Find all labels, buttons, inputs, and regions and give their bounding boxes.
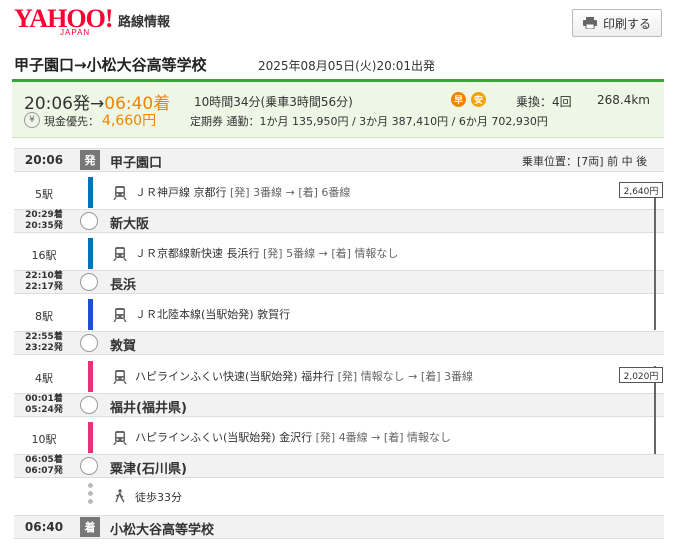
fast-badge-icon: 早 [451, 92, 466, 107]
station-marker [80, 212, 98, 230]
arr-track: 6番線 [321, 186, 351, 199]
dep-label: [発] [315, 431, 336, 444]
station-name[interactable]: 粟津(石川県) [110, 458, 187, 477]
walk-icon [113, 488, 127, 503]
station-marker [80, 396, 98, 414]
walk-dot [88, 483, 93, 488]
route-title: 甲子園口→小松大谷高等学校 [14, 56, 207, 74]
departure-time: 20:06発 [24, 94, 90, 114]
arr-track: 情報なし [407, 431, 451, 444]
printer-icon [582, 17, 597, 30]
print-label: 印刷する [602, 16, 651, 31]
line-name: ＪＲ神戸線 京都行 [135, 186, 227, 199]
arrow: → [282, 186, 299, 199]
arrow: → [315, 247, 332, 260]
train-info[interactable]: ＪＲ京都線新快速 長浜行 [発] 5番線 → [着] 情報なし [135, 245, 398, 261]
dep-label: [発] [230, 186, 250, 199]
station-name[interactable]: 長浜 [110, 274, 136, 293]
station-name[interactable]: 敦賀 [110, 335, 136, 354]
fare-bracket [654, 182, 656, 330]
station-arr-time: 20:29着 [25, 210, 63, 220]
stop-count: 16駅 [31, 249, 57, 262]
line-color-bar [88, 361, 93, 392]
fare-badge: 2,640円 [619, 182, 663, 198]
station-name[interactable]: 小松大谷高等学校 [110, 519, 214, 538]
station-dep-time: 23:22発 [25, 343, 63, 353]
dep-track: 3番線 [253, 186, 283, 199]
total-fare: 4,660円 [102, 113, 157, 129]
dep-track: 5番線 [286, 247, 316, 260]
line-name: ハピラインふくい(当駅始発) 金沢行 [135, 431, 313, 444]
stop-count: 8駅 [35, 310, 53, 323]
station-time: 06:40 [24, 520, 64, 534]
commuter-pass-fares: 定期券 通勤：1か月 135,950円 / 3か月 387,410円 / 6か月… [190, 115, 548, 128]
dep-label: [発] [337, 370, 358, 383]
arr-track: 情報なし [354, 247, 399, 260]
yen-icon: ¥ [24, 112, 40, 128]
station-time: 20:06 [24, 153, 64, 167]
train-icon [113, 307, 127, 323]
line-color-bar [88, 177, 93, 208]
station-dep-time: 06:07発 [25, 466, 63, 476]
station-marker [80, 273, 98, 291]
cash-label: 現金優先： [44, 115, 99, 128]
station-name[interactable]: 新大阪 [110, 213, 149, 232]
print-button[interactable]: 印刷する [572, 9, 662, 37]
train-info[interactable]: ＪＲ神戸線 京都行 [発] 3番線 → [着] 6番線 [135, 184, 350, 200]
arrive-tag: 着 [80, 517, 100, 537]
station-arr-time: 06:05着 [25, 455, 63, 465]
station-dep-time: 05:24発 [25, 405, 63, 415]
dep-track: 4番線 [338, 431, 368, 444]
route-date: 2025年08月05日(火)20:01出発 [258, 59, 436, 73]
line-color-bar [88, 299, 93, 330]
service-title[interactable]: 路線情報 [118, 11, 170, 30]
distance: 268.4km [597, 93, 650, 107]
station-arr-time: 00:01着 [25, 394, 63, 404]
arr-label: [着] [420, 370, 441, 383]
train-icon [113, 185, 127, 201]
station-dep-time: 20:35発 [25, 221, 63, 231]
arr-label: [着] [298, 186, 318, 199]
stop-count: 10駅 [31, 433, 57, 446]
duration: 10時間34分(乗車3時間56分) [194, 95, 353, 109]
train-info[interactable]: ハピラインふくい(当駅始発) 金沢行 [発] 4番線 → [着] 情報なし [135, 429, 451, 445]
arr-label: [着] [331, 247, 351, 260]
depart-tag: 発 [80, 150, 100, 170]
train-icon [113, 246, 127, 262]
station-marker [80, 457, 98, 475]
arrow: → [367, 431, 384, 444]
station-arr-time: 22:55着 [25, 332, 63, 342]
arr-label: [着] [383, 431, 404, 444]
stop-count: 4駅 [35, 372, 53, 385]
yahoo-logo-sub: JAPAN [60, 28, 91, 37]
station-name[interactable]: 甲子園口 [110, 152, 162, 171]
fare-badge: 2,020円 [619, 367, 663, 383]
dep-track: 情報なし [360, 370, 405, 383]
line-name: ＪＲ京都線新快速 長浜行 [135, 247, 260, 260]
station-dep-time: 22:17発 [25, 282, 63, 292]
arr-track: 3番線 [444, 370, 473, 383]
line-color-bar [88, 238, 93, 269]
train-info[interactable]: ＪＲ北陸本線(当駅始発) 敦賀行 [135, 306, 290, 322]
train-info[interactable]: ハピラインふくい快速(当駅始発) 福井行 [発] 情報なし → [着] 3番線 [135, 368, 473, 384]
transfer-count: 乗換：4回 [516, 95, 572, 109]
line-name: ＪＲ北陸本線(当駅始発) 敦賀行 [135, 308, 291, 321]
line-name: ハピラインふくい快速(当駅始発) 福井行 [135, 370, 335, 383]
line-color-bar [88, 422, 93, 453]
station-arr-time: 22:10着 [25, 271, 63, 281]
boarding-position: 乗車位置：[7両] 前 中 後 [522, 155, 648, 168]
arrow: → [404, 370, 421, 383]
stop-count: 5駅 [35, 188, 53, 201]
dep-label: [発] [263, 247, 283, 260]
station-name[interactable]: 福井(福井県) [110, 397, 187, 416]
walk-dot [88, 491, 93, 496]
walk-dot [88, 499, 93, 504]
station-marker [80, 334, 98, 352]
train-icon [113, 369, 127, 385]
walk-duration: 徒歩33分 [135, 491, 182, 504]
cheap-badge-icon: 安 [471, 92, 486, 107]
train-icon [113, 430, 127, 446]
